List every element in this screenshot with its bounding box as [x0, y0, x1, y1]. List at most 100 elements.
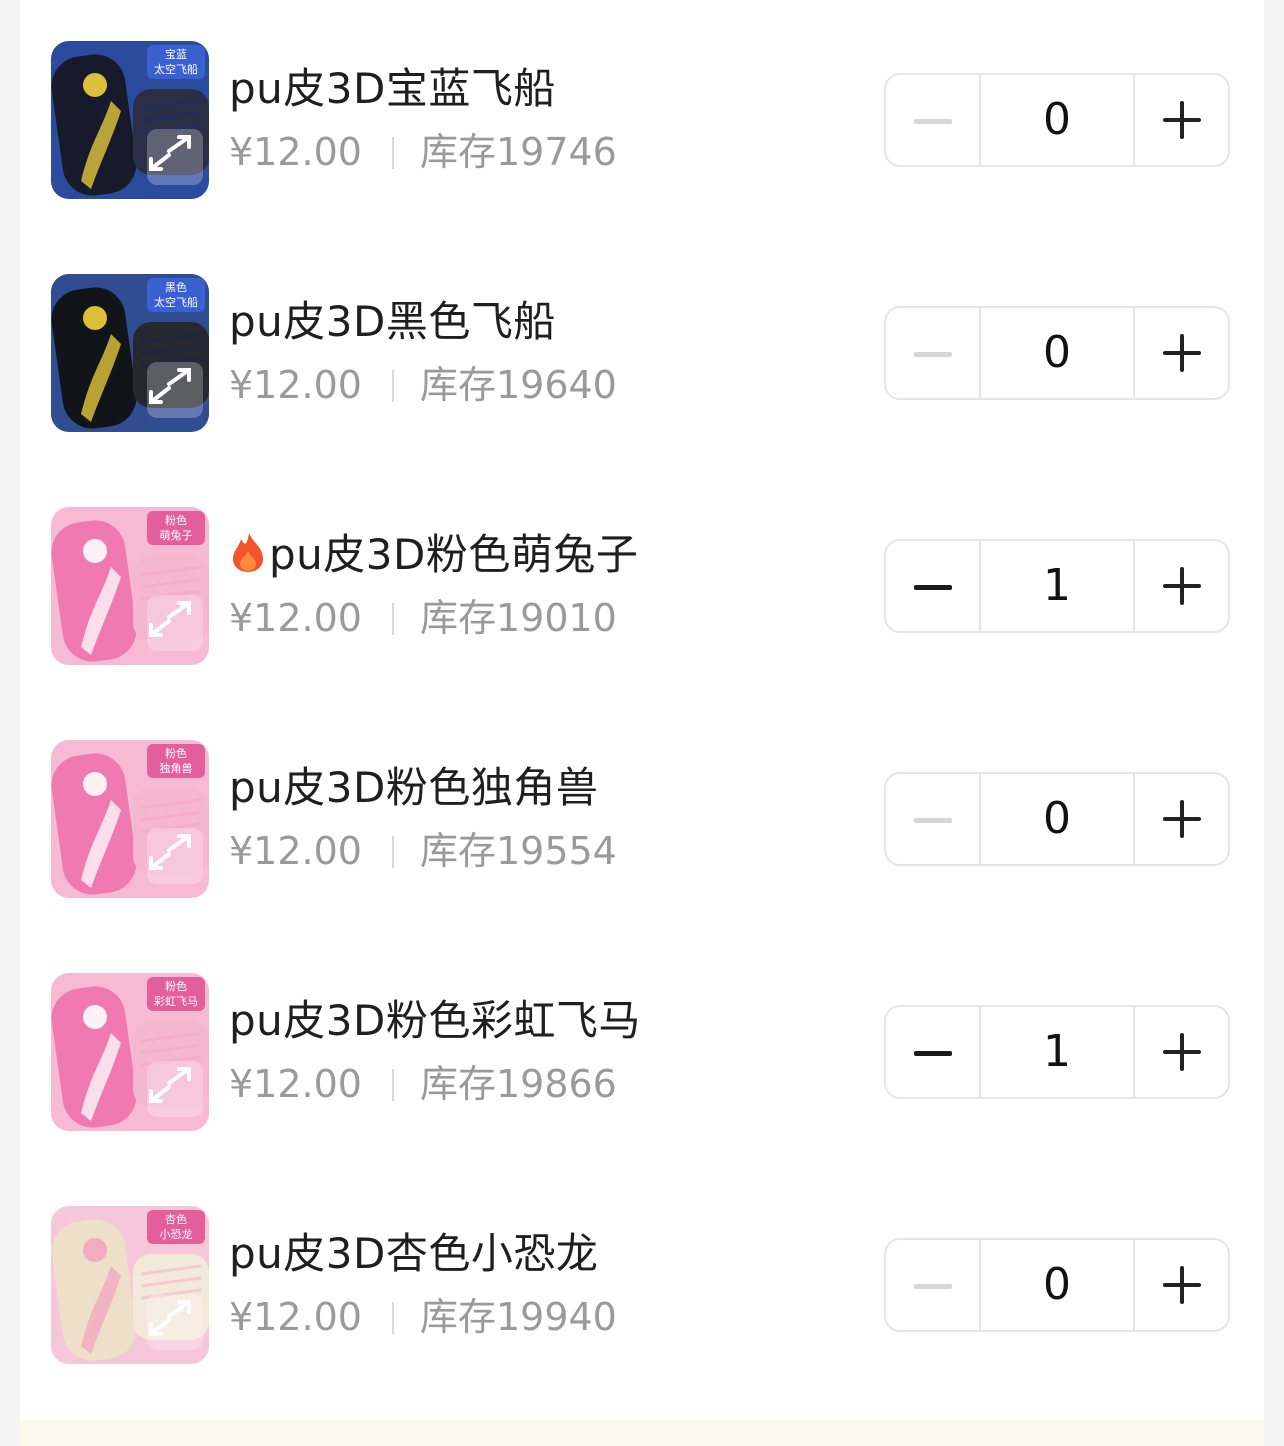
quantity-stepper: 0 — [884, 772, 1230, 866]
thumbnail-badge-text: 粉色 — [165, 979, 187, 993]
spaceship-pencil-case-icon: 宝蓝 太空飞船 — [51, 41, 209, 199]
plus-icon-stem — [1180, 567, 1185, 605]
variant-row[interactable]: 粉色 独角兽 pu皮3D粉色独角兽 ¥12.00 库存19554 0 — [20, 740, 1264, 900]
minus-icon — [914, 1051, 952, 1056]
variant-row[interactable]: 杏色 小恐龙 pu皮3D杏色小恐龙 ¥12.00 库存19940 0 — [20, 1206, 1264, 1366]
variant-title-text: pu皮3D粉色彩虹飞马 — [229, 996, 641, 1045]
meta-divider — [391, 1302, 394, 1334]
thumbnail-badge-text: 太空飞船 — [154, 62, 198, 76]
bunny-pencil-case-icon: 粉色 萌兔子 — [51, 507, 209, 665]
quantity-stepper: 1 — [884, 539, 1230, 633]
increment-button[interactable] — [1135, 1240, 1228, 1330]
variant-stock: 库存19554 — [419, 829, 617, 873]
variant-price: ¥12.00 — [229, 1295, 362, 1339]
quantity-value[interactable]: 0 — [978, 308, 1136, 398]
decrement-button[interactable] — [886, 1007, 979, 1097]
product-thumbnail[interactable]: 粉色 独角兽 — [51, 740, 209, 898]
meta-divider — [391, 836, 394, 868]
variant-meta: ¥12.00 库存19640 — [229, 360, 617, 410]
variant-title: pu皮3D粉色独角兽 — [229, 760, 598, 816]
thumbnail-badge-text: 黑色 — [165, 280, 187, 294]
product-thumbnail[interactable]: 黑色 太空飞船 — [51, 274, 209, 432]
meta-divider — [391, 370, 394, 402]
minus-icon — [914, 818, 952, 823]
quantity-stepper: 0 — [884, 306, 1230, 400]
variant-title-text: pu皮3D粉色萌兔子 — [269, 530, 639, 579]
variant-stock: 库存19940 — [419, 1295, 617, 1339]
thumbnail-badge-text: 独角兽 — [160, 761, 193, 775]
minus-icon — [914, 352, 952, 357]
variant-price: ¥12.00 — [229, 363, 362, 407]
variant-meta: ¥12.00 库存19746 — [229, 127, 617, 177]
bottom-bar-edge — [20, 1420, 1264, 1446]
product-thumbnail[interactable]: 宝蓝 太空飞船 — [51, 41, 209, 199]
increment-button[interactable] — [1135, 75, 1228, 165]
minus-icon — [914, 1284, 952, 1289]
meta-divider — [391, 137, 394, 169]
thumbnail-badge-text: 小恐龙 — [160, 1228, 193, 1241]
plus-icon-stem — [1180, 1033, 1185, 1071]
thumbnail-badge-text: 杏色 — [165, 1212, 187, 1226]
variant-row[interactable]: 粉色 彩虹飞马 pu皮3D粉色彩虹飞马 ¥12.00 库存19866 1 — [20, 973, 1264, 1133]
thumbnail-badge-text: 太空飞船 — [154, 295, 198, 309]
variant-row[interactable]: 黑色 太空飞船 pu皮3D黑色飞船 ¥12.00 库存19640 0 — [20, 274, 1264, 434]
product-thumbnail[interactable]: 杏色 小恐龙 — [51, 1206, 209, 1364]
plus-icon-stem — [1180, 101, 1185, 139]
variant-title: pu皮3D粉色萌兔子 — [229, 527, 638, 583]
plus-icon-stem — [1180, 800, 1185, 838]
quantity-value[interactable]: 1 — [978, 1007, 1136, 1097]
quantity-value[interactable]: 1 — [978, 541, 1136, 631]
decrement-button[interactable] — [886, 541, 979, 631]
dinosaur-pencil-case-icon: 杏色 小恐龙 — [51, 1206, 209, 1364]
decrement-button[interactable] — [886, 1240, 979, 1330]
variant-title-text: pu皮3D宝蓝飞船 — [229, 64, 556, 113]
variant-meta: ¥12.00 库存19010 — [229, 593, 617, 643]
pegasus-pencil-case-icon: 粉色 彩虹飞马 — [51, 973, 209, 1131]
variant-row[interactable]: 粉色 萌兔子 pu皮3D粉色萌兔子 ¥12.00 库存19010 1 — [20, 507, 1264, 667]
variant-stock: 库存19866 — [419, 1062, 617, 1106]
variant-meta: ¥12.00 库存19866 — [229, 1059, 617, 1109]
thumbnail-badge-text: 粉色 — [165, 746, 187, 760]
variant-row[interactable]: 宝蓝 太空飞船 pu皮3D宝蓝飞船 ¥12.00 库存19746 0 — [20, 41, 1264, 201]
variant-stock: 库存19010 — [419, 596, 617, 640]
minus-icon — [914, 119, 952, 124]
increment-button[interactable] — [1135, 308, 1228, 398]
spaceship-pencil-case-icon: 黑色 太空飞船 — [51, 274, 209, 432]
quantity-value[interactable]: 0 — [978, 774, 1136, 864]
increment-button[interactable] — [1135, 774, 1228, 864]
variant-title: pu皮3D黑色飞船 — [229, 294, 556, 350]
variant-stock: 库存19746 — [419, 130, 617, 174]
quantity-stepper: 1 — [884, 1005, 1230, 1099]
decrement-button[interactable] — [886, 75, 979, 165]
variant-price: ¥12.00 — [229, 130, 362, 174]
variant-stock: 库存19640 — [419, 363, 617, 407]
increment-button[interactable] — [1135, 541, 1228, 631]
thumbnail-badge-text: 萌兔子 — [160, 528, 193, 542]
plus-icon-stem — [1180, 334, 1185, 372]
product-thumbnail[interactable]: 粉色 彩虹飞马 — [51, 973, 209, 1131]
decrement-button[interactable] — [886, 774, 979, 864]
thumbnail-badge-text: 宝蓝 — [165, 47, 187, 61]
variant-price: ¥12.00 — [229, 596, 362, 640]
variant-meta: ¥12.00 库存19554 — [229, 826, 617, 876]
quantity-value[interactable]: 0 — [978, 1240, 1136, 1330]
unicorn-pencil-case-icon: 粉色 独角兽 — [51, 740, 209, 898]
quantity-stepper: 0 — [884, 73, 1230, 167]
meta-divider — [391, 603, 394, 635]
quantity-stepper: 0 — [884, 1238, 1230, 1332]
meta-divider — [391, 1069, 394, 1101]
minus-icon — [914, 585, 952, 590]
variant-price: ¥12.00 — [229, 829, 362, 873]
quantity-value[interactable]: 0 — [978, 75, 1136, 165]
variant-price: ¥12.00 — [229, 1062, 362, 1106]
decrement-button[interactable] — [886, 308, 979, 398]
thumbnail-badge-text: 粉色 — [165, 513, 187, 527]
variant-title: pu皮3D宝蓝飞船 — [229, 61, 556, 117]
product-thumbnail[interactable]: 粉色 萌兔子 — [51, 507, 209, 665]
variant-title-text: pu皮3D粉色独角兽 — [229, 763, 599, 812]
variant-title: pu皮3D粉色彩虹飞马 — [229, 993, 641, 1049]
increment-button[interactable] — [1135, 1007, 1228, 1097]
variant-title: pu皮3D杏色小恐龙 — [229, 1226, 598, 1282]
flame-icon — [233, 533, 263, 572]
thumbnail-badge-text: 彩虹飞马 — [154, 995, 198, 1008]
